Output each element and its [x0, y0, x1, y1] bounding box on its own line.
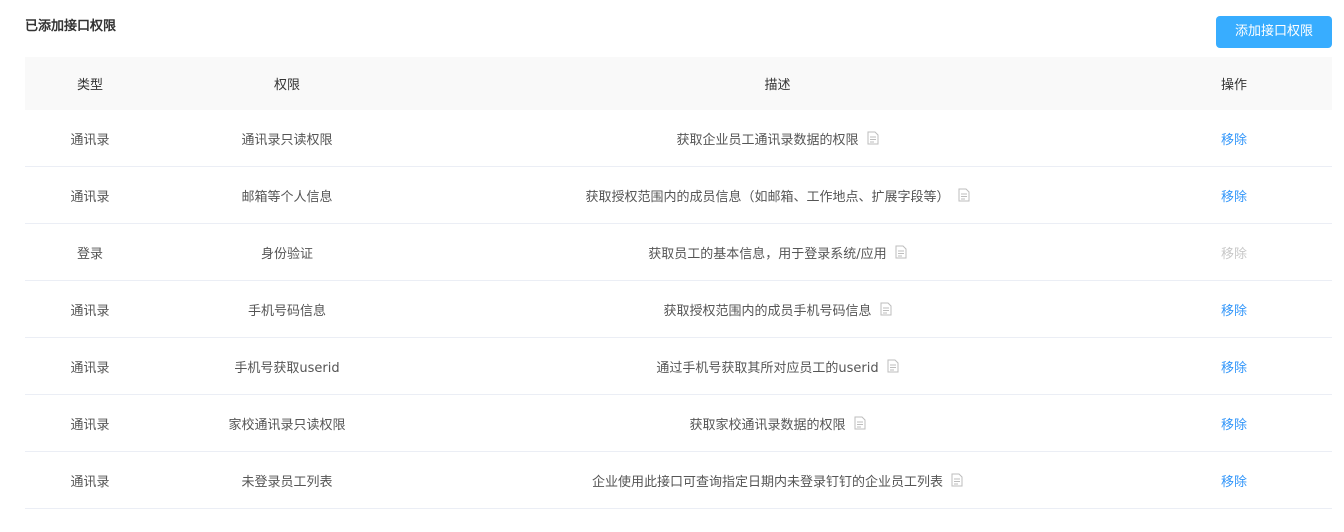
- table-row: 通讯录 邮箱等个人信息 获取授权范围内的成员信息（如邮箱、工作地点、扩展字段等）…: [25, 167, 1332, 224]
- table-row: 通讯录 手机号获取userid 通过手机号获取其所对应员工的userid 移除: [25, 338, 1332, 395]
- row-description-text: 获取企业员工通讯录数据的权限: [676, 132, 859, 148]
- document-icon[interactable]: [887, 359, 899, 373]
- row-action: 移除: [1136, 243, 1332, 262]
- row-description-text: 企业使用此接口可查询指定日期内未登录钉钉的企业员工列表: [591, 474, 943, 490]
- row-permission: 未登录员工列表: [241, 474, 333, 490]
- row-action: 移除: [1136, 129, 1332, 148]
- row-type: 通讯录: [70, 303, 110, 319]
- row-action: 移除: [1136, 186, 1332, 205]
- row-description: 获取授权范围内的成员手机号码信息: [419, 300, 1136, 319]
- add-permission-button[interactable]: 添加接口权限: [1216, 16, 1332, 48]
- row-permission: 身份验证: [260, 246, 313, 262]
- document-icon[interactable]: [854, 416, 866, 430]
- document-icon[interactable]: [951, 473, 963, 487]
- row-permission: 家校通讯录只读权限: [228, 417, 346, 433]
- table-row: 通讯录 家校通讯录只读权限 获取家校通讯录数据的权限 移除: [25, 395, 1332, 452]
- row-description-text: 通过手机号获取其所对应员工的userid: [656, 360, 879, 376]
- row-type: 通讯录: [70, 360, 110, 376]
- document-icon[interactable]: [867, 131, 879, 145]
- row-type: 通讯录: [70, 474, 110, 490]
- row-description: 企业使用此接口可查询指定日期内未登录钉钉的企业员工列表: [419, 471, 1136, 490]
- remove-link[interactable]: 移除: [1221, 475, 1247, 490]
- remove-link[interactable]: 移除: [1221, 418, 1247, 433]
- row-description: 获取员工的基本信息，用于登录系统/应用: [419, 243, 1136, 262]
- row-description-text: 获取授权范围内的成员手机号码信息: [663, 303, 872, 319]
- remove-link[interactable]: 移除: [1221, 361, 1247, 376]
- column-header-permission: 权限: [273, 78, 300, 93]
- column-header-description: 描述: [764, 78, 791, 93]
- column-header-action: 操作: [1220, 78, 1247, 93]
- row-permission: 手机号获取userid: [234, 360, 340, 376]
- row-action: 移除: [1136, 357, 1332, 376]
- row-type: 通讯录: [70, 417, 110, 433]
- row-action: 移除: [1136, 414, 1332, 433]
- row-description: 通过手机号获取其所对应员工的userid: [419, 357, 1136, 376]
- document-icon[interactable]: [880, 302, 892, 316]
- row-description-text: 获取家校通讯录数据的权限: [689, 417, 846, 433]
- document-icon[interactable]: [895, 245, 907, 259]
- row-type: 通讯录: [70, 132, 110, 148]
- remove-link[interactable]: 移除: [1221, 304, 1247, 319]
- page-title: 已添加接口权限: [25, 19, 117, 34]
- row-permission: 邮箱等个人信息: [241, 189, 333, 205]
- row-permission: 通讯录只读权限: [241, 132, 333, 148]
- row-description: 获取家校通讯录数据的权限: [419, 414, 1136, 433]
- row-action: 移除: [1136, 300, 1332, 319]
- table-row: 通讯录 通讯录只读权限 获取企业员工通讯录数据的权限 移除: [25, 110, 1332, 167]
- row-permission: 手机号码信息: [247, 303, 326, 319]
- table-row: 通讯录 手机号码信息 获取授权范围内的成员手机号码信息 移除: [25, 281, 1332, 338]
- row-description: 获取授权范围内的成员信息（如邮箱、工作地点、扩展字段等）: [419, 186, 1136, 205]
- row-type: 登录: [76, 246, 103, 262]
- document-icon[interactable]: [958, 188, 970, 202]
- row-description-text: 获取授权范围内的成员信息（如邮箱、工作地点、扩展字段等）: [585, 189, 950, 205]
- remove-link-disabled: 移除: [1220, 246, 1247, 262]
- row-description: 获取企业员工通讯录数据的权限: [419, 129, 1136, 148]
- table-row: 通讯录 未登录员工列表 企业使用此接口可查询指定日期内未登录钉钉的企业员工列表 …: [25, 452, 1332, 509]
- row-type: 通讯录: [70, 189, 110, 205]
- remove-link[interactable]: 移除: [1221, 190, 1247, 205]
- table-header: 类型 权限 描述 操作: [25, 57, 1332, 110]
- table-row: 登录 身份验证 获取员工的基本信息，用于登录系统/应用 移除: [25, 224, 1332, 281]
- row-action: 移除: [1136, 471, 1332, 490]
- permissions-table: 类型 权限 描述 操作 通讯录 通讯录只读权限 获取企业员工通讯录数据的权限 移…: [25, 57, 1332, 509]
- remove-link[interactable]: 移除: [1221, 133, 1247, 148]
- column-header-type: 类型: [76, 78, 103, 93]
- row-description-text: 获取员工的基本信息，用于登录系统/应用: [648, 246, 887, 262]
